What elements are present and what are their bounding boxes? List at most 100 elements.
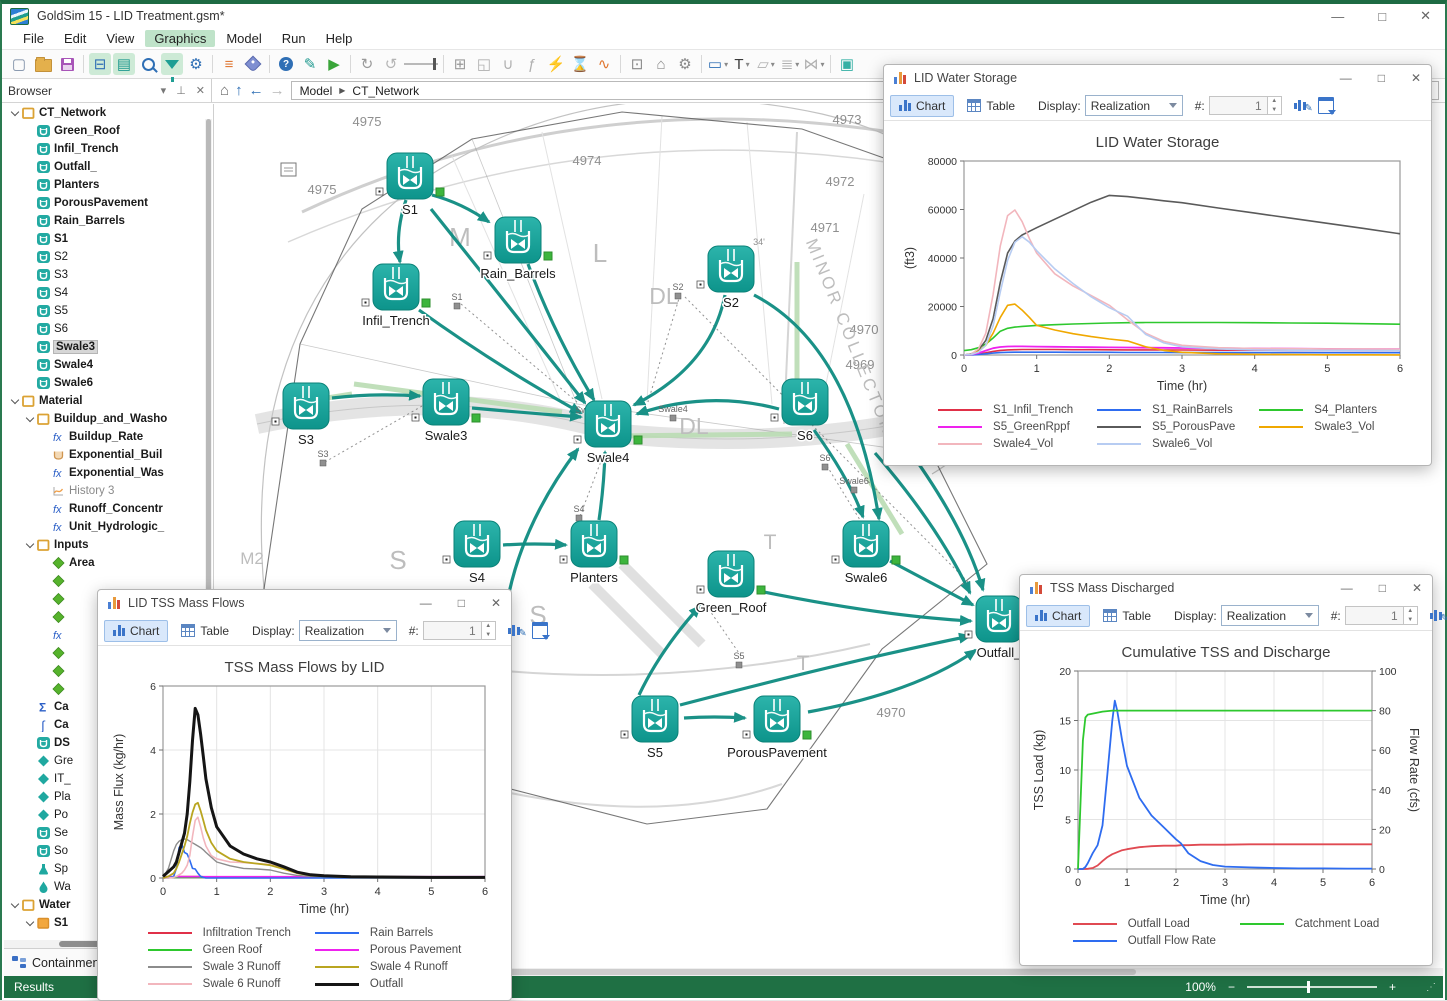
menu-help[interactable]: Help [317,30,362,47]
browser-pin-icon[interactable]: ⊥ [176,84,186,97]
flow-arrow[interactable] [808,650,976,712]
tab-chart[interactable]: Chart [890,95,954,117]
display-select[interactable]: Realization [1085,95,1183,116]
tab-table[interactable]: Table [958,95,1024,117]
step-icon[interactable]: ↻ [356,53,378,75]
chart-style-icon[interactable] [1294,100,1306,111]
tree-item-infil-trench[interactable]: Infil_Trench [4,140,213,158]
tree-expand-icon[interactable] [25,918,36,929]
input-port[interactable] [376,188,383,195]
chart-style-icon[interactable] [1430,610,1442,621]
window-close-icon[interactable]: ✕ [1411,71,1421,85]
tab-chart[interactable]: Chart [104,620,168,642]
flow-arrow[interactable] [432,195,489,222]
display-select[interactable]: Realization [299,620,397,641]
options-gear-icon[interactable]: ⚙ [185,53,207,75]
function-icon[interactable]: ƒ [521,53,543,75]
tree-item-material[interactable]: Material [4,392,213,410]
maximize-button[interactable]: □ [1378,9,1386,24]
input-port[interactable] [697,281,704,288]
tree-expand-icon[interactable] [25,414,36,425]
input-port[interactable] [560,556,567,563]
display-select[interactable]: Realization [1221,605,1319,626]
reset-icon[interactable]: ↺ [380,53,402,75]
input-port[interactable] [771,414,778,421]
open-file-icon[interactable] [32,53,54,75]
tree-item-swale4[interactable]: Swale4 [4,356,213,374]
output-port[interactable] [422,299,430,307]
tree-item-area[interactable]: Area [4,554,213,572]
output-port[interactable] [544,252,552,260]
forward-icon[interactable]: → [270,82,285,99]
breadcrumb-ct-network[interactable]: CT_Network [352,84,419,98]
menu-edit[interactable]: Edit [55,30,95,47]
result-filter-icon[interactable] [532,622,548,639]
import-icon[interactable]: ◱ [473,53,495,75]
new-file-icon[interactable]: ▢ [8,53,30,75]
window-minimize-icon[interactable]: — [1341,581,1353,595]
tree-item-exponential-was[interactable]: fxExponential_Was [4,464,213,482]
input-port[interactable] [743,731,750,738]
tag-icon[interactable] [242,53,264,75]
output-port[interactable] [436,188,444,196]
window-maximize-icon[interactable]: □ [458,596,465,610]
tree-item-history-3[interactable]: History 3 [4,482,213,500]
dashboard-grid-icon[interactable]: ⊞ [449,53,471,75]
menu-graphics[interactable]: Graphics [145,30,215,47]
tab-table[interactable]: Table [172,620,238,642]
tree-expand-icon[interactable] [10,396,21,407]
select-rect-icon[interactable]: ▭▾ [707,53,729,75]
align-icon[interactable]: ≣▾ [779,53,801,75]
flow-arrow[interactable] [680,636,970,705]
breadcrumb-model[interactable]: Model [300,84,333,98]
tree-item-swale3[interactable]: Swale3 [4,338,213,356]
result-filter-icon[interactable] [1318,97,1334,114]
output-port[interactable] [472,414,480,422]
input-port[interactable] [832,556,839,563]
browser-close-icon[interactable]: ✕ [196,84,205,97]
tree-item-s4[interactable]: S4 [4,284,213,302]
output-port[interactable] [892,556,900,564]
tree-item-unit-hydrologic-[interactable]: fxUnit_Hydrologic_ [4,518,213,536]
input-port[interactable] [443,556,450,563]
window-title-bar[interactable]: LID Water Storage — □ ✕ [884,65,1431,91]
input-port[interactable] [697,586,704,593]
window-tss-mass-discharged[interactable]: TSS Mass Discharged — □ ✕ Chart Table Di… [1019,574,1433,966]
input-port[interactable] [362,299,369,306]
flow-arrow[interactable] [759,591,971,621]
tree-item-green-roof[interactable]: Green_Roof [4,122,213,140]
new-container-icon[interactable]: ▣ [836,53,858,75]
window-lid-tss-mass-flows[interactable]: LID TSS Mass Flows — □ ✕ Chart Table Dis… [97,589,512,1001]
flow-arrow[interactable] [890,561,973,605]
output-port[interactable] [634,436,642,444]
resize-grip[interactable]: ⋰ [1426,982,1437,993]
text-tool-icon[interactable]: T▾ [731,53,753,75]
tab-table[interactable]: Table [1094,605,1160,627]
tree-item-inputs[interactable]: Inputs [4,536,213,554]
browser-menu-icon[interactable]: ▾ [161,84,167,97]
zoom-slider[interactable] [1247,986,1377,988]
menu-model[interactable]: Model [217,30,270,47]
chart-style-icon[interactable] [508,625,520,636]
tree-expand-icon[interactable] [10,108,21,119]
input-port[interactable] [412,414,419,421]
graphic-marker-icon[interactable] [281,163,296,176]
input-port[interactable] [574,436,581,443]
zoom-in-button[interactable]: + [1389,980,1396,994]
tree-expand-icon[interactable] [10,900,21,911]
event-icon[interactable]: ⚡ [545,53,567,75]
tree-item-buildup-and-washo[interactable]: Buildup_and_Washo [4,410,213,428]
node-green_roof[interactable]: Green_Roof [696,551,767,615]
node-s4[interactable]: S4 [443,521,500,585]
flow-arrow[interactable] [684,717,745,718]
gear2-icon[interactable]: ⚙ [674,53,696,75]
minimize-button[interactable]: — [1331,9,1344,24]
input-port[interactable] [965,631,972,638]
up-icon[interactable]: ↑ [235,82,243,99]
tree-item-exponential-buil[interactable]: Exponential_Buil [4,446,213,464]
result-chart-icon[interactable]: ∿ [593,53,615,75]
tree-item-runoff-concentr[interactable]: fxRunoff_Concentr [4,500,213,518]
window-lid-water-storage[interactable]: LID Water Storage — □ ✕ Chart Table Disp… [883,64,1432,466]
home-icon[interactable]: ⌂ [220,82,229,99]
node-porouspavement[interactable]: PorousPavement [727,696,827,760]
